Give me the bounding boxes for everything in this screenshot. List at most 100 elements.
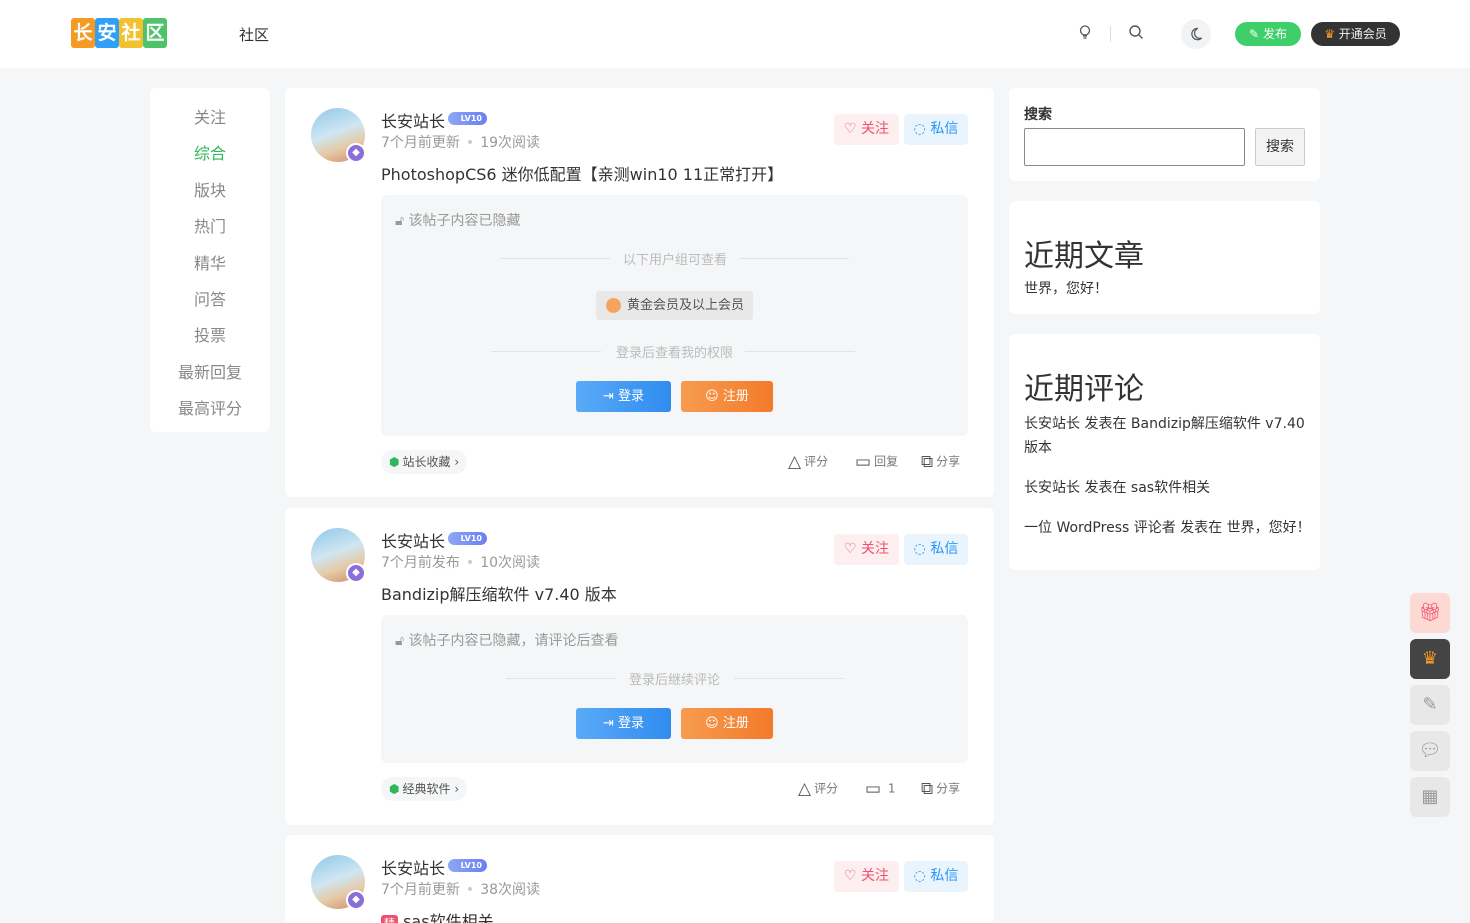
post-time: 7个月前更新: [381, 882, 460, 898]
post-title[interactable]: PhotoshopCS6 迷你低配置【亲测win10 11正常打开】: [381, 161, 783, 185]
publish-label: 发布: [1262, 27, 1287, 41]
nav-item-top-rated[interactable]: 最高评分: [150, 395, 270, 419]
follow-button[interactable]: ♡ 关注: [834, 534, 899, 565]
reply-action[interactable]: ▭ 1: [865, 779, 896, 799]
nav-item-qa[interactable]: 问答: [150, 286, 270, 310]
register-button[interactable]: ☺ 注册: [681, 381, 773, 412]
post-card: ◆ 长安站长 LV10 7个月前发布 • 10次阅读 ♡ 关注 ◌ 私信 Bandi…: [285, 508, 994, 825]
message-button[interactable]: ◌ 私信: [904, 534, 968, 565]
nav-community-link[interactable]: 社区: [239, 24, 269, 45]
divider-text: 登录后继续评论: [629, 673, 721, 688]
nav-item-vote[interactable]: 投票: [150, 322, 270, 346]
nav-item-latest-reply[interactable]: 最新回复: [150, 359, 270, 383]
rate-action[interactable]: △ 评分: [788, 452, 828, 472]
post-views: 38次阅读: [480, 882, 541, 898]
message-button[interactable]: ◌ 私信: [904, 861, 968, 892]
search-input[interactable]: [1024, 128, 1245, 166]
recent-comment-item[interactable]: 长安站长 发表在 sas软件相关: [1024, 476, 1306, 500]
avatar[interactable]: ◆: [311, 855, 366, 910]
write-float-button[interactable]: ✎: [1410, 685, 1450, 725]
search-widget: 搜索 搜索: [1009, 88, 1320, 181]
recent-comments-title: 近期评论: [1024, 372, 1144, 407]
user-group-chip: 黄金会员及以上会员: [596, 291, 753, 320]
login-button[interactable]: ⇥ 登录: [576, 708, 671, 739]
message-button[interactable]: ◌ 私信: [904, 114, 968, 145]
message-label: 私信: [930, 868, 959, 884]
qrcode-float-button[interactable]: ▦: [1410, 777, 1450, 817]
follow-label: 关注: [861, 868, 889, 884]
rate-action[interactable]: △ 评分: [798, 779, 838, 799]
top-header: 长 安 社 区 社区 ✎ 发布 ♛ 开通会员: [0, 0, 1470, 68]
search-button[interactable]: 搜索: [1255, 128, 1305, 166]
publish-button[interactable]: ✎ 发布: [1235, 22, 1301, 46]
nav-item-featured[interactable]: 精华: [150, 250, 270, 274]
divider: [745, 351, 855, 352]
post-views: 10次阅读: [480, 555, 541, 571]
qrcode-icon: ▦: [1421, 786, 1439, 807]
lightbulb-icon[interactable]: [1075, 24, 1095, 44]
recent-comment-item[interactable]: 长安站长 发表在 Bandizip解压缩软件 v7.40 版本: [1024, 412, 1306, 460]
nav-item-hot[interactable]: 热门: [150, 213, 270, 237]
post-time: 7个月前更新: [381, 135, 460, 151]
share-icon: ⧉: [921, 779, 934, 799]
divider: [739, 258, 849, 259]
recent-post-link[interactable]: 世界，您好！: [1024, 277, 1108, 301]
tag-chip[interactable]: ⬢ 站长收藏 ›: [381, 450, 468, 474]
nav-item-sections[interactable]: 版块: [150, 177, 270, 201]
search-icon[interactable]: [1126, 24, 1146, 44]
site-logo[interactable]: 长 安 社 区: [71, 18, 167, 50]
post-title[interactable]: 精 sas软件相关: [381, 908, 494, 923]
wechat-icon: 💬︎: [1418, 740, 1442, 761]
post-card: ◆ 长安站长 LV10 7个月前更新 • 38次阅读 ♡ 关注 ◌ 私信 精 sas…: [285, 835, 994, 923]
hidden-content-box: 🔓︎ 该帖子内容已隐藏 以下用户组可查看 黄金会员及以上会员 登录后查看我的权限…: [381, 195, 968, 436]
gift-button[interactable]: 🎁︎: [1410, 593, 1450, 633]
share-icon: ⧉: [921, 452, 934, 472]
pencil-icon: ✎: [1422, 694, 1438, 715]
recent-posts-title: 近期文章: [1024, 239, 1144, 274]
post-meta: 7个月前更新 • 19次阅读: [381, 135, 541, 151]
follow-button[interactable]: ♡ 关注: [834, 114, 899, 145]
follow-button[interactable]: ♡ 关注: [834, 861, 899, 892]
dark-mode-toggle[interactable]: [1181, 19, 1211, 49]
author-name[interactable]: 长安站长: [381, 855, 445, 879]
vip-float-button[interactable]: ♛: [1410, 639, 1450, 679]
post-meta: 7个月前发布 • 10次阅读: [381, 555, 541, 571]
crown-icon: ♛: [1324, 27, 1335, 41]
tag-chip[interactable]: ⬢ 经典软件 ›: [381, 777, 468, 801]
author-name[interactable]: 长安站长: [381, 528, 445, 552]
gem-badge-icon: ◆: [346, 143, 366, 163]
open-vip-button[interactable]: ♛ 开通会员: [1311, 22, 1400, 46]
reply-action[interactable]: ▭ 回复: [855, 452, 898, 472]
search-widget-title: 搜索: [1024, 107, 1052, 123]
post-title[interactable]: Bandizip解压缩软件 v7.40 版本: [381, 581, 617, 605]
cube-icon: ⬢: [389, 782, 400, 796]
recent-comment-item[interactable]: 一位 WordPress 评论者 发表在 世界，您好！: [1024, 516, 1314, 540]
register-button[interactable]: ☺ 注册: [681, 708, 773, 739]
crown-icon: [606, 298, 621, 313]
header-divider: [1110, 26, 1111, 42]
nav-item-general[interactable]: 综合: [150, 140, 270, 164]
logo-char: 区: [143, 18, 167, 48]
crown-icon: ♛: [1421, 648, 1439, 669]
level-badge: LV10: [448, 112, 487, 125]
post-card: ◆ 长安站长 LV10 7个月前更新 • 19次阅读 ♡ 关注 ◌ 私信 Photo…: [285, 88, 994, 497]
lock-icon: 🔓︎: [395, 633, 405, 649]
login-button[interactable]: ⇥ 登录: [576, 381, 671, 412]
wechat-float-button[interactable]: 💬︎: [1410, 731, 1450, 771]
login-icon: ⇥: [602, 716, 614, 731]
divider-text: 登录后查看我的权限: [616, 346, 734, 361]
level-badge: LV10: [448, 532, 487, 545]
post-meta: 7个月前更新 • 38次阅读: [381, 882, 541, 898]
post-views: 19次阅读: [480, 135, 541, 151]
share-action[interactable]: ⧉ 分享: [921, 779, 960, 799]
logo-char: 社: [119, 18, 143, 48]
share-action[interactable]: ⧉ 分享: [921, 452, 960, 472]
comment-icon: ▭: [855, 452, 872, 472]
nav-item-follow[interactable]: 关注: [150, 104, 270, 128]
user-icon: ☺: [705, 389, 719, 404]
avatar[interactable]: ◆: [311, 528, 366, 583]
gem-badge-icon: ◆: [346, 890, 366, 910]
category-nav: 关注 综合 版块 热门 精华 问答 投票 最新回复 最高评分: [150, 88, 270, 432]
author-name[interactable]: 长安站长: [381, 108, 445, 132]
avatar[interactable]: ◆: [311, 108, 366, 163]
